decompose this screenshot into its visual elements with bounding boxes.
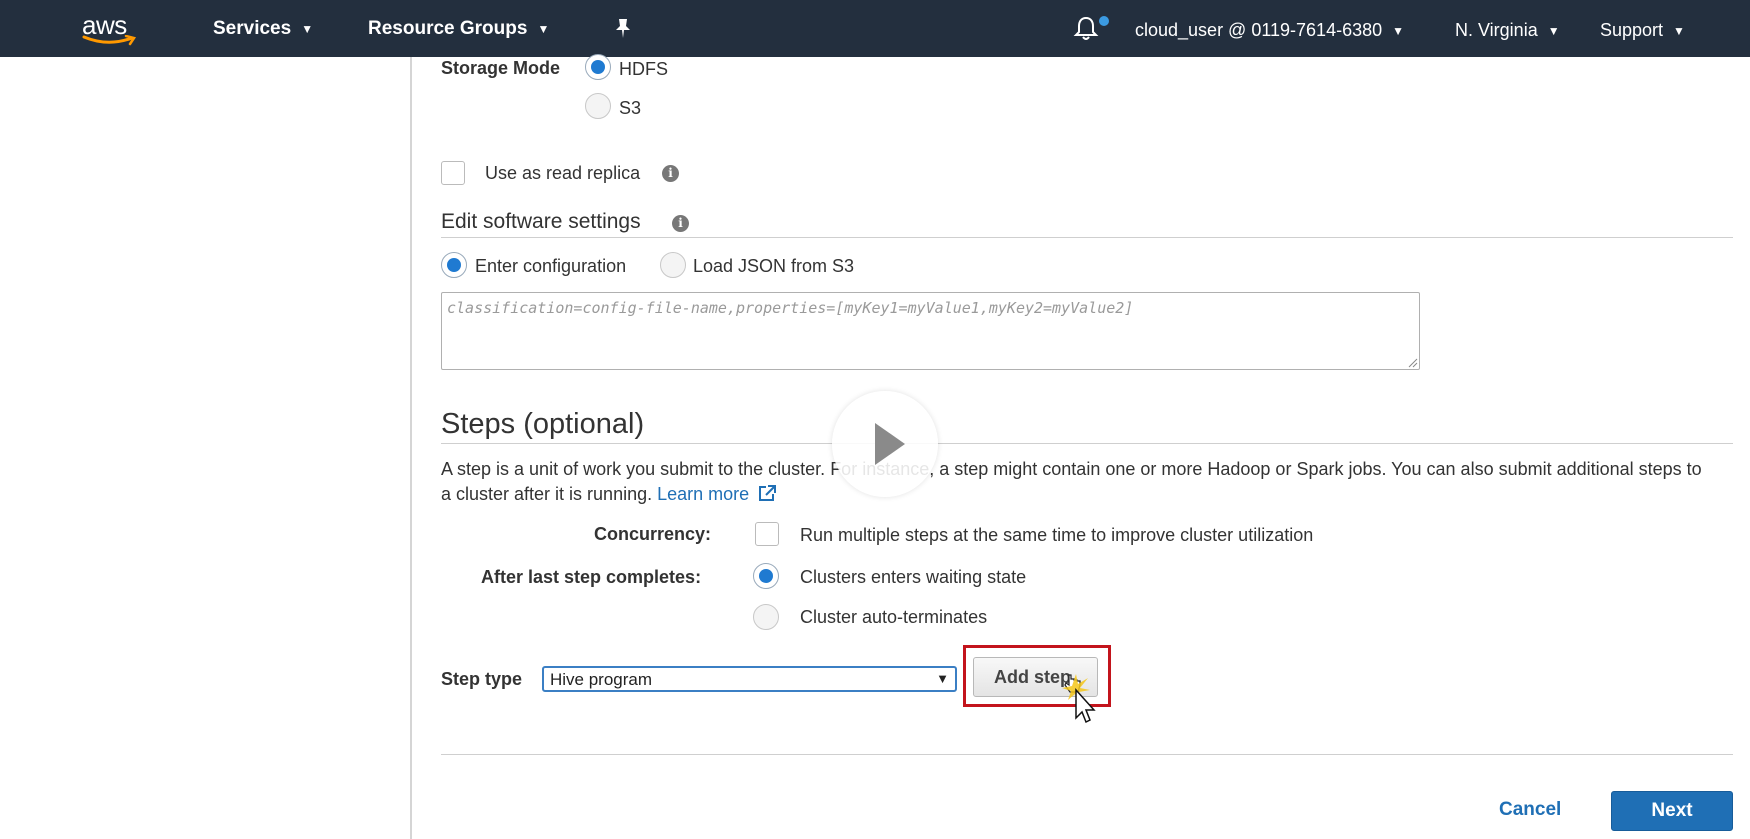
step-type-label: Step type: [441, 669, 523, 689]
external-link-icon: [759, 485, 777, 501]
step-type-select[interactable]: Hive program ▼: [542, 666, 957, 692]
chevron-down-icon: ▼: [1392, 24, 1405, 39]
resource-groups-label: Resource Groups: [368, 18, 528, 39]
section-divider: [441, 443, 1733, 444]
waiting-state-radio[interactable]: [753, 563, 779, 589]
storage-hdfs-radio[interactable]: [585, 54, 611, 80]
info-icon[interactable]: i: [662, 165, 679, 182]
concurrency-option-label: Run multiple steps at the same time to i…: [800, 525, 1314, 545]
load-json-label: Load JSON from S3: [693, 256, 855, 276]
top-navigation-bar: aws Services ▼ Resource Groups ▼ cloud_use…: [0, 0, 1750, 57]
chevron-down-icon: ▼: [936, 671, 949, 686]
concurrency-checkbox[interactable]: [755, 522, 779, 546]
left-sidebar: [0, 57, 412, 839]
learn-more-link[interactable]: Learn more: [657, 484, 778, 504]
services-menu[interactable]: Services ▼: [213, 18, 313, 40]
step-type-value: Hive program: [550, 670, 653, 689]
configuration-textarea[interactable]: [441, 292, 1420, 370]
software-settings-title: Edit software settings: [441, 210, 641, 233]
resource-groups-menu[interactable]: Resource Groups ▼: [368, 18, 549, 40]
after-last-step-label: After last step completes:: [481, 567, 702, 587]
read-replica-checkbox[interactable]: [441, 161, 465, 185]
notifications-bell-icon[interactable]: [1072, 14, 1100, 47]
storage-mode-label: Storage Mode: [441, 58, 561, 78]
aws-smile-icon: [82, 35, 137, 46]
pin-icon[interactable]: [612, 17, 634, 44]
account-menu[interactable]: cloud_user @ 0119-7614-6380 ▼: [1135, 20, 1404, 41]
region-menu[interactable]: N. Virginia ▼: [1455, 20, 1560, 41]
read-replica-label: Use as read replica: [485, 163, 641, 183]
resize-grip-icon[interactable]: [1406, 356, 1418, 368]
chevron-down-icon: ▼: [537, 21, 550, 36]
steps-description: A step is a unit of work you submit to t…: [441, 457, 1711, 507]
support-menu[interactable]: Support ▼: [1600, 20, 1685, 41]
region-label: N. Virginia: [1455, 20, 1538, 40]
chevron-down-icon: ▼: [1547, 24, 1560, 39]
steps-description-text: A step is a unit of work you submit to t…: [441, 459, 1702, 504]
enter-configuration-label: Enter configuration: [475, 256, 627, 276]
chevron-down-icon: ▼: [301, 21, 314, 36]
concurrency-label: Concurrency:: [594, 524, 712, 544]
learn-more-label: Learn more: [657, 484, 750, 504]
waiting-state-label: Clusters enters waiting state: [800, 567, 1027, 587]
video-play-button[interactable]: [832, 391, 938, 497]
click-cursor-icon: [1062, 674, 1096, 724]
storage-hdfs-label: HDFS: [619, 59, 668, 79]
aws-logo[interactable]: aws: [80, 8, 142, 48]
section-divider: [441, 237, 1733, 238]
notification-badge: [1099, 16, 1109, 26]
steps-title: Steps (optional): [441, 408, 645, 440]
cancel-button[interactable]: Cancel: [1499, 799, 1561, 821]
enter-configuration-radio[interactable]: [441, 252, 467, 278]
auto-terminate-radio[interactable]: [753, 604, 779, 630]
load-json-radio[interactable]: [660, 252, 686, 278]
services-label: Services: [213, 18, 292, 39]
chevron-down-icon: ▼: [1673, 24, 1685, 39]
support-label: Support: [1600, 20, 1664, 40]
storage-s3-radio[interactable]: [585, 93, 611, 119]
footer-divider: [441, 754, 1733, 755]
account-label: cloud_user @ 0119-7614-6380: [1135, 20, 1383, 40]
info-icon[interactable]: i: [672, 215, 689, 232]
storage-s3-label: S3: [619, 98, 642, 118]
next-button[interactable]: Next: [1611, 791, 1733, 831]
auto-terminate-label: Cluster auto-terminates: [800, 607, 988, 627]
